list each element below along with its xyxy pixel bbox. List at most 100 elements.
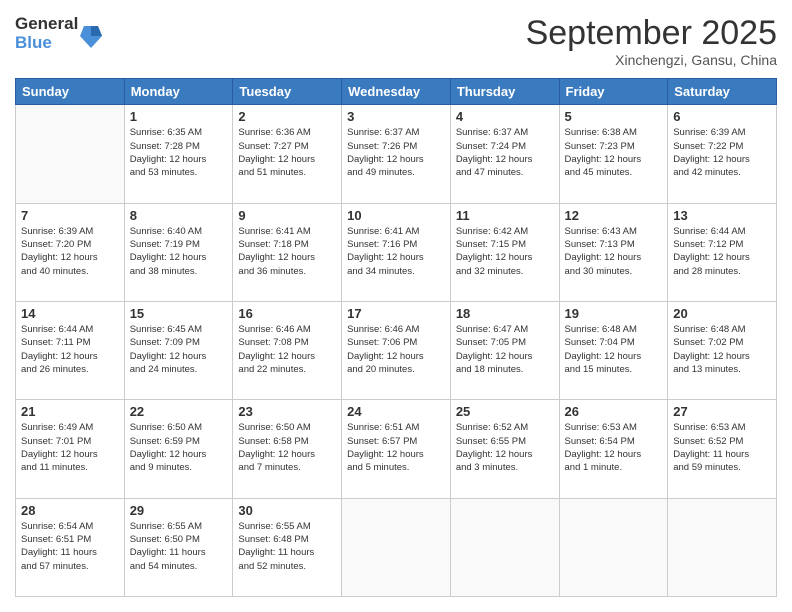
calendar-cell: 29 Sunrise: 6:55 AM Sunset: 6:50 PM Dayli… — [124, 498, 233, 596]
calendar-cell: 6 Sunrise: 6:39 AM Sunset: 7:22 PM Daylig… — [668, 105, 777, 203]
day-number: 23 — [238, 404, 336, 419]
header: General Blue September 2025 Xinchengzi, … — [15, 15, 777, 68]
cell-info: Sunrise: 6:50 AM Sunset: 6:58 PM Dayligh… — [238, 421, 336, 474]
day-number: 12 — [565, 208, 663, 223]
day-header-monday: Monday — [124, 79, 233, 105]
calendar-cell: 14Sunrise: 6:44 AM Sunset: 7:11 PM Dayli… — [16, 302, 125, 400]
cell-info: Sunrise: 6:47 AM Sunset: 7:05 PM Dayligh… — [456, 323, 554, 376]
day-number: 30 — [238, 503, 336, 518]
logo-icon — [80, 22, 102, 48]
day-number: 13 — [673, 208, 771, 223]
cell-info: Sunrise: 6:36 AM Sunset: 7:27 PM Dayligh… — [238, 126, 336, 179]
day-number: 1 — [130, 109, 228, 124]
day-number: 8 — [130, 208, 228, 223]
day-number: 6 — [673, 109, 771, 124]
day-number: 25 — [456, 404, 554, 419]
calendar-cell: 9 Sunrise: 6:41 AM Sunset: 7:18 PM Daylig… — [233, 203, 342, 301]
day-header-wednesday: Wednesday — [342, 79, 451, 105]
calendar-cell: 2 Sunrise: 6:36 AM Sunset: 7:27 PM Daylig… — [233, 105, 342, 203]
cell-info: Sunrise: 6:46 AM Sunset: 7:08 PM Dayligh… — [238, 323, 336, 376]
cell-info: Sunrise: 6:43 AM Sunset: 7:13 PM Dayligh… — [565, 225, 663, 278]
day-number: 9 — [238, 208, 336, 223]
calendar-cell: 5 Sunrise: 6:38 AM Sunset: 7:23 PM Daylig… — [559, 105, 668, 203]
cell-info: Sunrise: 6:49 AM Sunset: 7:01 PM Dayligh… — [21, 421, 119, 474]
calendar-cell: 22 Sunrise: 6:50 AM Sunset: 6:59 PM Dayli… — [124, 400, 233, 498]
calendar-cell: 1 Sunrise: 6:35 AM Sunset: 7:28 PM Daylig… — [124, 105, 233, 203]
cell-info: Sunrise: 6:55 AM Sunset: 6:50 PM Dayligh… — [130, 520, 228, 573]
day-header-friday: Friday — [559, 79, 668, 105]
cell-info: Sunrise: 6:37 AM Sunset: 7:26 PM Dayligh… — [347, 126, 445, 179]
cell-info: Sunrise: 6:44 AM Sunset: 7:12 PM Dayligh… — [673, 225, 771, 278]
title-block: September 2025 Xinchengzi, Gansu, China — [526, 15, 777, 68]
calendar-cell — [450, 498, 559, 596]
day-number: 29 — [130, 503, 228, 518]
day-header-thursday: Thursday — [450, 79, 559, 105]
day-number: 15 — [130, 306, 228, 321]
day-header-sunday: Sunday — [16, 79, 125, 105]
day-number: 10 — [347, 208, 445, 223]
cell-info: Sunrise: 6:53 AM Sunset: 6:54 PM Dayligh… — [565, 421, 663, 474]
calendar-cell: 26 Sunrise: 6:53 AM Sunset: 6:54 PM Dayli… — [559, 400, 668, 498]
calendar-cell: 8 Sunrise: 6:40 AM Sunset: 7:19 PM Daylig… — [124, 203, 233, 301]
cell-info: Sunrise: 6:38 AM Sunset: 7:23 PM Dayligh… — [565, 126, 663, 179]
calendar-cell: 25Sunrise: 6:52 AM Sunset: 6:55 PM Dayli… — [450, 400, 559, 498]
calendar-cell: 7 Sunrise: 6:39 AM Sunset: 7:20 PM Daylig… — [16, 203, 125, 301]
calendar-cell — [16, 105, 125, 203]
day-header-tuesday: Tuesday — [233, 79, 342, 105]
calendar-cell: 19Sunrise: 6:48 AM Sunset: 7:04 PM Dayli… — [559, 302, 668, 400]
day-number: 14 — [21, 306, 119, 321]
day-number: 4 — [456, 109, 554, 124]
cell-info: Sunrise: 6:50 AM Sunset: 6:59 PM Dayligh… — [130, 421, 228, 474]
day-number: 18 — [456, 306, 554, 321]
logo-text: General Blue — [15, 15, 78, 52]
cell-info: Sunrise: 6:39 AM Sunset: 7:22 PM Dayligh… — [673, 126, 771, 179]
day-number: 7 — [21, 208, 119, 223]
cell-info: Sunrise: 6:55 AM Sunset: 6:48 PM Dayligh… — [238, 520, 336, 573]
cell-info: Sunrise: 6:39 AM Sunset: 7:20 PM Dayligh… — [21, 225, 119, 278]
cell-info: Sunrise: 6:48 AM Sunset: 7:02 PM Dayligh… — [673, 323, 771, 376]
cell-info: Sunrise: 6:51 AM Sunset: 6:57 PM Dayligh… — [347, 421, 445, 474]
calendar-cell — [559, 498, 668, 596]
day-number: 26 — [565, 404, 663, 419]
day-number: 11 — [456, 208, 554, 223]
calendar-cell: 10 Sunrise: 6:41 AM Sunset: 7:16 PM Dayli… — [342, 203, 451, 301]
cell-info: Sunrise: 6:41 AM Sunset: 7:16 PM Dayligh… — [347, 225, 445, 278]
day-number: 21 — [21, 404, 119, 419]
logo-general: General — [15, 15, 78, 34]
calendar-cell — [668, 498, 777, 596]
calendar-cell: 11 Sunrise: 6:42 AM Sunset: 7:15 PM Dayli… — [450, 203, 559, 301]
month-title: September 2025 — [526, 15, 777, 52]
cell-info: Sunrise: 6:46 AM Sunset: 7:06 PM Dayligh… — [347, 323, 445, 376]
subtitle: Xinchengzi, Gansu, China — [526, 52, 777, 68]
day-number: 22 — [130, 404, 228, 419]
day-number: 27 — [673, 404, 771, 419]
logo: General Blue — [15, 15, 102, 52]
calendar-cell: 23 Sunrise: 6:50 AM Sunset: 6:58 PM Dayli… — [233, 400, 342, 498]
cell-info: Sunrise: 6:48 AM Sunset: 7:04 PM Dayligh… — [565, 323, 663, 376]
day-number: 2 — [238, 109, 336, 124]
calendar-cell: 17Sunrise: 6:46 AM Sunset: 7:06 PM Dayli… — [342, 302, 451, 400]
cell-info: Sunrise: 6:42 AM Sunset: 7:15 PM Dayligh… — [456, 225, 554, 278]
cell-info: Sunrise: 6:35 AM Sunset: 7:28 PM Dayligh… — [130, 126, 228, 179]
cell-info: Sunrise: 6:54 AM Sunset: 6:51 PM Dayligh… — [21, 520, 119, 573]
calendar-table: SundayMondayTuesdayWednesdayThursdayFrid… — [15, 78, 777, 597]
day-number: 20 — [673, 306, 771, 321]
day-number: 24 — [347, 404, 445, 419]
calendar-cell: 20 Sunrise: 6:48 AM Sunset: 7:02 PM Dayli… — [668, 302, 777, 400]
day-number: 28 — [21, 503, 119, 518]
cell-info: Sunrise: 6:45 AM Sunset: 7:09 PM Dayligh… — [130, 323, 228, 376]
day-number: 5 — [565, 109, 663, 124]
calendar-cell: 16 Sunrise: 6:46 AM Sunset: 7:08 PM Dayli… — [233, 302, 342, 400]
cell-info: Sunrise: 6:40 AM Sunset: 7:19 PM Dayligh… — [130, 225, 228, 278]
calendar-cell: 30 Sunrise: 6:55 AM Sunset: 6:48 PM Dayli… — [233, 498, 342, 596]
day-number: 16 — [238, 306, 336, 321]
cell-info: Sunrise: 6:41 AM Sunset: 7:18 PM Dayligh… — [238, 225, 336, 278]
calendar-cell: 4Sunrise: 6:37 AM Sunset: 7:24 PM Daylig… — [450, 105, 559, 203]
cell-info: Sunrise: 6:53 AM Sunset: 6:52 PM Dayligh… — [673, 421, 771, 474]
calendar-cell: 18 Sunrise: 6:47 AM Sunset: 7:05 PM Dayli… — [450, 302, 559, 400]
logo-blue: Blue — [15, 34, 78, 53]
calendar-cell: 27 Sunrise: 6:53 AM Sunset: 6:52 PM Dayli… — [668, 400, 777, 498]
calendar-cell: 24 Sunrise: 6:51 AM Sunset: 6:57 PM Dayli… — [342, 400, 451, 498]
day-number: 3 — [347, 109, 445, 124]
day-header-saturday: Saturday — [668, 79, 777, 105]
